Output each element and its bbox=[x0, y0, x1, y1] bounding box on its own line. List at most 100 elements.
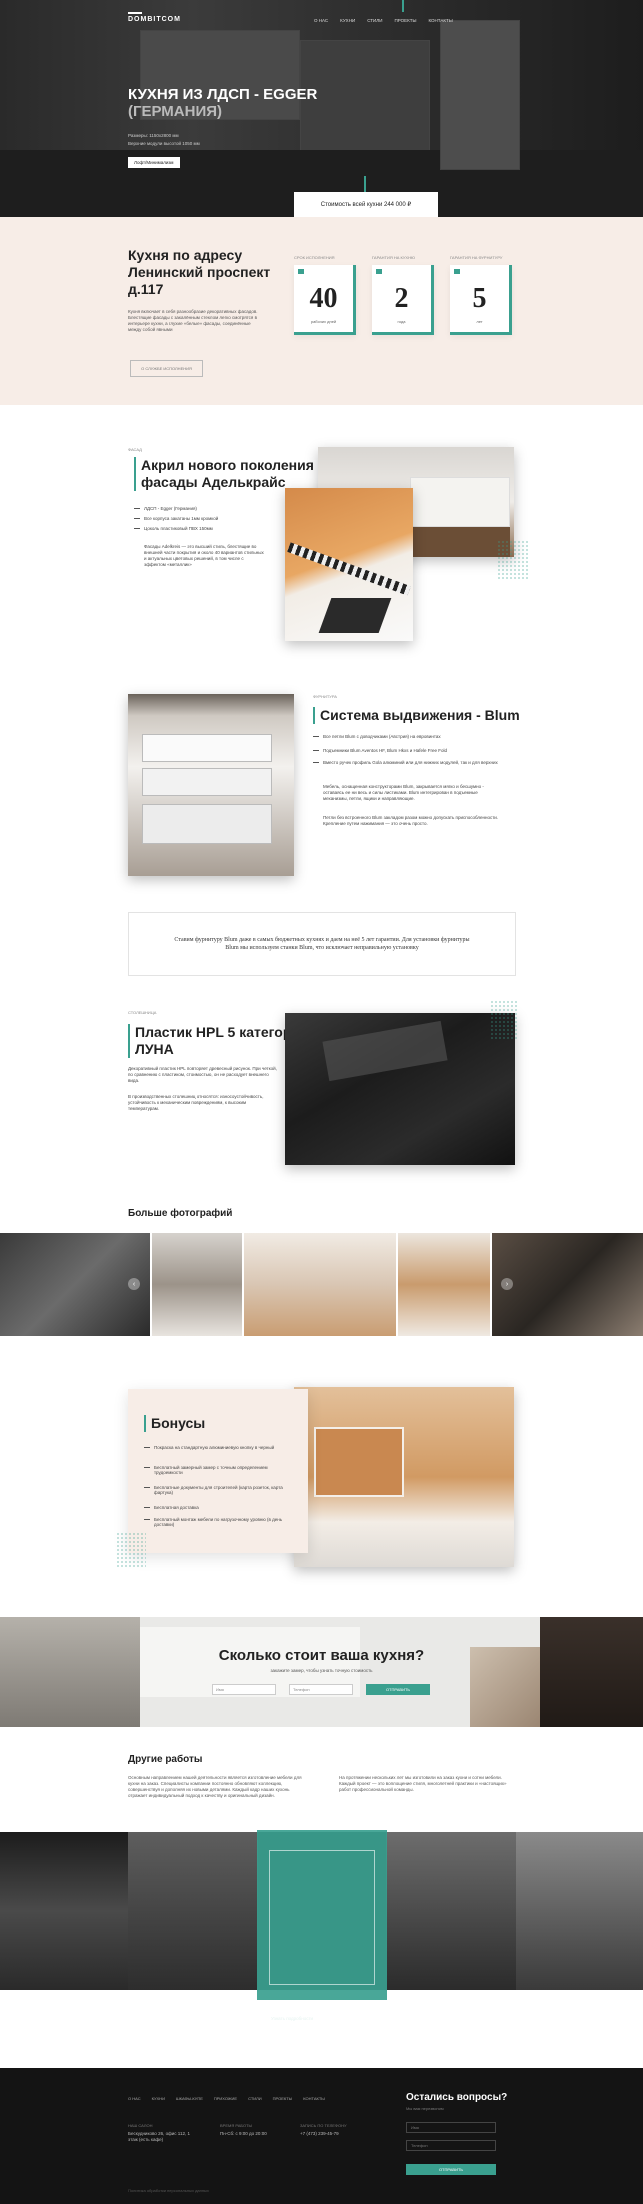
stat-label-hardware-warranty: ГАРАНТИЯ НА ФУРНИТУРУ bbox=[450, 255, 503, 260]
footer-phone[interactable]: +7 (473) 239-45-79 bbox=[300, 2131, 339, 2137]
hero-title: КУХНЯ ИЗ ЛДСП - EGGER (ГЕРМАНИЯ) bbox=[128, 86, 388, 120]
bonus-title: Бонусы bbox=[144, 1415, 284, 1432]
decor-dots-worktop bbox=[490, 1000, 518, 1040]
worktop-text-1: Декоративный пластик HPL повторяет древе… bbox=[128, 1066, 277, 1083]
blum-text-1: Мебель, оснащенная конструкторами Blum, … bbox=[323, 784, 484, 801]
other-works-text-1: Основным направлением нашей деятельности… bbox=[128, 1775, 302, 1798]
address-section: Кухня по адресу Ленинский проспект д.117… bbox=[0, 217, 643, 405]
photo-cooktop-shape bbox=[318, 598, 392, 633]
privacy-policy-link[interactable]: Политика обработки персональных данных bbox=[128, 2188, 209, 2193]
photo-shelf-shape bbox=[314, 1427, 404, 1497]
gallery-next-arrow[interactable]: › bbox=[501, 1278, 513, 1290]
calendar-icon bbox=[298, 269, 304, 274]
project-title: Название проекта bbox=[271, 2004, 352, 2014]
calc-subtitle: закажите замер, чтобы узнать точную стои… bbox=[270, 1668, 373, 1673]
footer-nav-hallways[interactable]: ПРИХОЖИЕ bbox=[214, 2096, 237, 2101]
work-photo-4[interactable] bbox=[516, 1832, 643, 1990]
logo[interactable]: DOMBITCOM bbox=[128, 16, 181, 23]
footer-phone-label: ЗАПИСЬ ПО ТЕЛЕФОНУ bbox=[300, 2123, 347, 2128]
worktop-photo bbox=[285, 1013, 515, 1165]
footer-nav-about[interactable]: О НАС bbox=[128, 2096, 141, 2101]
work-photo-2[interactable] bbox=[128, 1832, 258, 1990]
footer-hours: Пн-Сб: с 9:00 до 20:00 bbox=[220, 2131, 267, 2136]
hero-section: DOMBITCOM О НАС КУХНИ СТИЛИ ПРОЕКТЫ КОНТ… bbox=[0, 0, 643, 217]
nav-item-kitchens[interactable]: КУХНИ bbox=[340, 18, 355, 23]
note-text: Ставим фурнитуру Blum даже в самых бюдже… bbox=[174, 937, 470, 951]
decor-dots-bonus bbox=[116, 1532, 146, 1568]
project-card[interactable]: Название проекта Узнать подробности bbox=[257, 1830, 387, 2021]
nav-item-styles[interactable]: СТИЛИ bbox=[367, 18, 382, 23]
price-calculator-section: Сколько стоит ваша кухня? закажите замер… bbox=[0, 1617, 643, 1727]
hero-spec-height: Верхние модули высотой 1050 мм bbox=[128, 141, 200, 146]
gallery-photo-5[interactable] bbox=[492, 1233, 643, 1336]
work-photo-3[interactable] bbox=[386, 1832, 516, 1990]
hero-right-cabinet bbox=[440, 20, 520, 170]
blum-bullet-3: Вместо ручек профиль Gola алюминий или д… bbox=[313, 760, 523, 765]
footer-nav-contacts[interactable]: КОНТАКТЫ bbox=[303, 2096, 325, 2101]
stat-card-term: 40 рабочих дней bbox=[294, 265, 356, 335]
footer-nav-wardrobes[interactable]: ШКАФЫ-КУПЕ bbox=[176, 2096, 203, 2101]
nav-item-about[interactable]: О НАС bbox=[314, 18, 328, 23]
nav-item-contacts[interactable]: КОНТАКТЫ bbox=[428, 18, 452, 23]
gallery-photo-3[interactable] bbox=[244, 1233, 396, 1336]
footer-name-input[interactable]: Имя bbox=[406, 2122, 496, 2133]
service-button[interactable]: О СЛУЖБЕ ИСПОЛНЕНИЯ bbox=[130, 360, 203, 377]
facade-label: ФАСАД bbox=[128, 447, 142, 452]
photo-drawer-3 bbox=[142, 804, 272, 844]
nav-active-indicator bbox=[402, 0, 404, 12]
facade-text: Фасады Adelkreis — это высший стиль, бле… bbox=[144, 544, 264, 567]
photo-drawer-2 bbox=[142, 768, 272, 796]
footer-nav-styles[interactable]: СТИЛИ bbox=[248, 2096, 262, 2101]
style-tag[interactable]: Лофт/Минимализм bbox=[128, 157, 180, 168]
nav-item-projects[interactable]: ПРОЕКТЫ bbox=[394, 18, 416, 23]
facade-title: Акрил нового поколения - фасады Аделькра… bbox=[134, 457, 324, 491]
bonus-item-4: Бесплатная доставка bbox=[144, 1505, 294, 1510]
calc-title: Сколько стоит ваша кухня? bbox=[218, 1647, 425, 1664]
shield-icon bbox=[376, 269, 382, 274]
photo-cabinet-shape bbox=[410, 477, 510, 527]
calc-phone-field[interactable]: Телефон bbox=[289, 1684, 353, 1695]
stat-unit-hardware-warranty: лет bbox=[476, 319, 483, 324]
project-card-frame bbox=[269, 1850, 375, 1985]
stat-value-hardware-warranty: 5 bbox=[472, 283, 487, 314]
stat-label-term: СРОК ИСПОЛНЕНИЯ bbox=[294, 255, 335, 260]
blum-bullet-1: Все петли Blum с доводчиками (Австрия) н… bbox=[313, 734, 523, 739]
bonus-item-5: Бесплатный монтаж мебели по нагрузочному… bbox=[144, 1517, 294, 1527]
gallery-prev-arrow[interactable]: ‹ bbox=[128, 1278, 140, 1290]
worktop-label: СТОЛЕШНИЦА bbox=[128, 1010, 157, 1015]
footer-send-button[interactable]: ОТПРАВИТЬ bbox=[406, 2164, 496, 2175]
stat-card-kitchen-warranty: 2 года bbox=[372, 265, 434, 335]
wrench-icon bbox=[454, 269, 460, 274]
footer-nav-kitchens[interactable]: КУХНИ bbox=[152, 2096, 165, 2101]
stat-value-term: 40 bbox=[309, 283, 338, 314]
hero-title-line2: (ГЕРМАНИЯ) bbox=[128, 103, 223, 120]
footer-nav: О НАС КУХНИ ШКАФЫ-КУПЕ ПРИХОЖИЕ СТИЛИ ПР… bbox=[128, 2096, 325, 2101]
stat-unit-kitchen-warranty: года bbox=[397, 319, 406, 324]
facade-bullet-3: Цоколь пластиковый ПВХ 150мм bbox=[134, 526, 213, 531]
project-link[interactable]: Узнать подробности bbox=[271, 2016, 313, 2021]
gallery-photo-4[interactable] bbox=[398, 1233, 490, 1336]
bonus-item-1: Покраска на стандартную алюминиевую кноп… bbox=[144, 1445, 294, 1450]
footer-phone-input[interactable]: Телефон bbox=[406, 2140, 496, 2151]
blum-guarantee-note: Ставим фурнитуру Blum даже в самых бюдже… bbox=[128, 912, 516, 976]
blum-text-2: Петли без встроенного Blum закладом разо… bbox=[323, 815, 499, 826]
blum-label: ФУРНИТУРА bbox=[313, 694, 337, 699]
work-photo-1[interactable] bbox=[0, 1832, 128, 1990]
facade-bullet-2: Все корпуса закатаны 1мм кромкой bbox=[134, 516, 218, 521]
photo-mosaic-shape bbox=[287, 542, 411, 596]
gallery-photo-2[interactable] bbox=[152, 1233, 242, 1336]
main-nav: О НАС КУХНИ СТИЛИ ПРОЕКТЫ КОНТАКТЫ bbox=[314, 18, 453, 23]
calc-name-field[interactable]: Имя bbox=[212, 1684, 276, 1695]
footer-question-subtitle: Мы вам перезвоним bbox=[406, 2106, 444, 2111]
hero-title-line1: КУХНЯ ИЗ ЛДСП - EGGER bbox=[128, 86, 318, 103]
facade-photo-detail bbox=[285, 488, 413, 641]
footer-hours-label: ВРЕМЯ РАБОТЫ bbox=[220, 2123, 253, 2128]
calc-submit-button[interactable]: ОТПРАВИТЬ bbox=[366, 1684, 430, 1695]
price-accent-line bbox=[364, 176, 366, 192]
photo-worktop-edge bbox=[322, 1020, 448, 1082]
photo-drawer-1 bbox=[142, 734, 272, 762]
footer-nav-projects[interactable]: ПРОЕКТЫ bbox=[273, 2096, 293, 2101]
stat-card-hardware-warranty: 5 лет bbox=[450, 265, 512, 335]
decor-dots bbox=[497, 540, 529, 580]
bonus-photo bbox=[294, 1387, 514, 1567]
